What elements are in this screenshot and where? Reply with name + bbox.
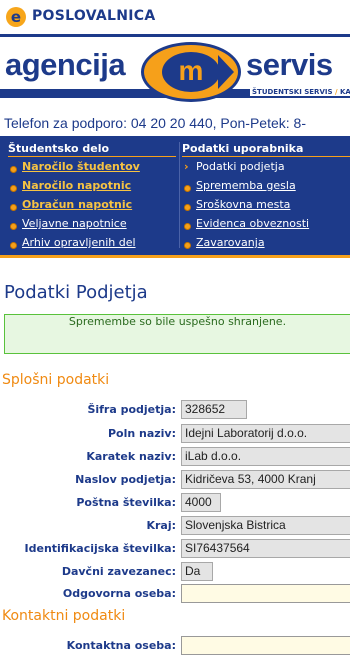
top-brand-bar: e POSLOVALNICA [0,0,350,34]
nav-link-label: Podatki podjetja [196,160,285,173]
form-row-kontaktna-oseba: Kontaktna oseba: [0,636,350,658]
main-navigation: Študentsko delo Naročilo študentov Naroč… [0,136,350,258]
nav-link-label: Obračun napotnic [22,198,133,211]
nav-link-narocilo-studentov[interactable]: Naročilo študentov [8,160,176,179]
bullet-icon [10,204,17,211]
nav-link-label: Naročilo napotnic [22,179,132,192]
nav-heading-user-data: Podatki uporabnika [182,140,350,157]
section-heading-contact: Kontaktni podatki [2,608,126,624]
banner-tagline-b: KADRO [339,88,350,96]
banner-emblem-icon: m [141,42,241,102]
odgovorna-oseba-input[interactable] [181,584,350,603]
bullet-icon [10,166,17,173]
banner-tagline-sep: / [334,88,338,96]
kratek-naziv-field: iLab d.o.o. [181,447,350,466]
banner-tagline: ŠTUDENTSKI SERVIS / KADRO [250,88,350,96]
agencija-m-servis-banner[interactable]: agencija m servis ŠTUDENTSKI SERVIS / KA… [0,34,350,106]
form-row-identifikacijska-stevilka: Identifikacijska številka: SI76437564 [0,539,350,561]
poslovalnica-logo-icon: e [6,7,26,27]
nav-link-narocilo-napotnic[interactable]: Naročilo napotnic [8,179,176,198]
field-label: Kontaktna oseba: [66,639,176,652]
nav-link-evidenca-obveznosti[interactable]: Evidenca obveznosti [182,217,350,236]
bullet-icon [10,185,17,192]
bullet-icon [184,185,191,192]
nav-heading-student-work: Študentsko delo [8,140,176,157]
field-label: Kraj: [146,519,176,532]
field-label: Odgovorna oseba: [62,587,176,600]
bullet-icon [10,242,17,249]
form-row-naslov-podjetja: Naslov podjetja: Kidričeva 53, 4000 Kran… [0,470,350,492]
bullet-icon [184,223,191,230]
field-label: Naslov podjetja: [75,473,176,486]
form-row-kraj: Kraj: Slovenjska Bistrica [0,516,350,538]
nav-link-label: Sroškovna mesta [196,198,291,211]
kraj-field: Slovenjska Bistrica [181,516,350,535]
nav-link-arhiv-opravljenih-del[interactable]: Arhiv opravljenih del [8,236,176,255]
banner-emblem-letter: m [162,52,220,92]
banner-tagline-a: ŠTUDENTSKI SERVIS [252,88,333,96]
nav-link-stroskovna-mesta[interactable]: Sroškovna mesta [182,198,350,217]
davcni-zavezanec-field: Da [181,562,213,581]
nav-link-label: Arhiv opravljenih del [22,236,136,249]
naslov-podjetja-field: Kidričeva 53, 4000 Kranj [181,470,350,489]
support-phone-line: Telefon za podporo: 04 20 20 440, Pon-Pe… [4,115,306,131]
nav-link-podatki-podjetja[interactable]: › Podatki podjetja [182,160,350,179]
form-row-davcni-zavezanec: Davčni zavezanec: Da [0,562,350,584]
form-row-kratek-naziv: Karatek naziv: iLab d.o.o. [0,447,350,469]
field-label: Poln naziv: [107,427,176,440]
field-label: Poštna številka: [76,496,176,509]
nav-link-sprememba-gesla[interactable]: Sprememba gesla [182,179,350,198]
brand-name: POSLOVALNICA [32,8,156,24]
success-message: Spremembe so bile uspešno shranjene. [4,314,350,354]
nav-column-user-data: Podatki uporabnika › Podatki podjetja Spr… [182,140,350,255]
banner-word-right: servis [246,47,333,82]
banner-arrow-icon [218,55,234,89]
nav-link-label: Evidenca obveznosti [196,217,310,230]
bullet-icon [184,242,191,249]
field-label: Identifikacijska številka: [24,542,176,555]
nav-link-zavarovanja[interactable]: Zavarovanja [182,236,350,255]
field-label: Davčni zavezanec: [61,565,176,578]
chevron-right-icon: › [184,160,189,173]
nav-link-label: Naročilo študentov [22,160,140,173]
form-row-postna-stevilka: Poštna številka: 4000 [0,493,350,515]
form-row-sifra-podjetja: Šifra podjetja: 328652 [0,400,350,422]
kontaktna-oseba-input[interactable] [181,636,350,655]
nav-link-label: Sprememba gesla [196,179,296,192]
field-label: Karatek naziv: [86,450,176,463]
field-label: Šifra podjetja: [87,403,176,416]
nav-column-student-work: Študentsko delo Naročilo študentov Naroč… [8,140,176,255]
bullet-icon [184,204,191,211]
nav-link-veljavne-napotnice[interactable]: Veljavne napotnice [8,217,176,236]
nav-link-label: Veljavne napotnice [22,217,127,230]
page-title: Podatki Podjetja [4,282,148,303]
postna-stevilka-field: 4000 [181,493,221,512]
form-row-poln-naziv: Poln naziv: Idejni Laboratorij d.o.o. [0,424,350,446]
banner-word-left: agencija [5,47,126,82]
identifikacijska-stevilka-field: SI76437564 [181,539,350,558]
sifra-podjetja-field: 328652 [181,400,247,419]
bullet-icon [10,223,17,230]
section-heading-general: Splošni podatki [2,372,110,388]
form-row-odgovorna-oseba: Odgovorna oseba: [0,584,350,606]
nav-link-label: Zavarovanja [196,236,265,249]
nav-link-obracun-napotnic[interactable]: Obračun napotnic [8,198,176,217]
nav-divider [179,142,180,248]
poln-naziv-field: Idejni Laboratorij d.o.o. [181,424,350,443]
